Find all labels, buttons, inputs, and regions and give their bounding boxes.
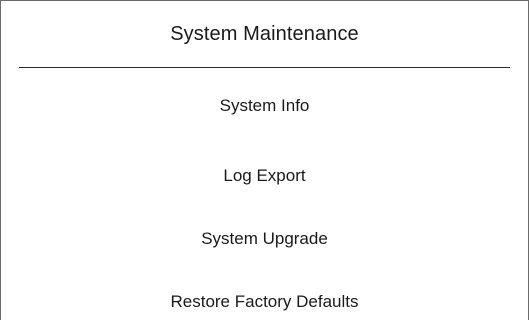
system-maintenance-panel: System Maintenance System Info Log Expor…: [0, 0, 529, 320]
menu-item-system-info[interactable]: System Info: [1, 68, 528, 144]
menu-item-system-upgrade[interactable]: System Upgrade: [1, 207, 528, 270]
panel-title: System Maintenance: [170, 22, 359, 45]
panel-header: System Maintenance: [19, 1, 510, 68]
menu-item-log-export[interactable]: Log Export: [1, 144, 528, 207]
menu-item-restore-factory-defaults[interactable]: Restore Factory Defaults: [1, 270, 528, 333]
maintenance-menu: System Info Log Export System Upgrade Re…: [1, 68, 528, 333]
